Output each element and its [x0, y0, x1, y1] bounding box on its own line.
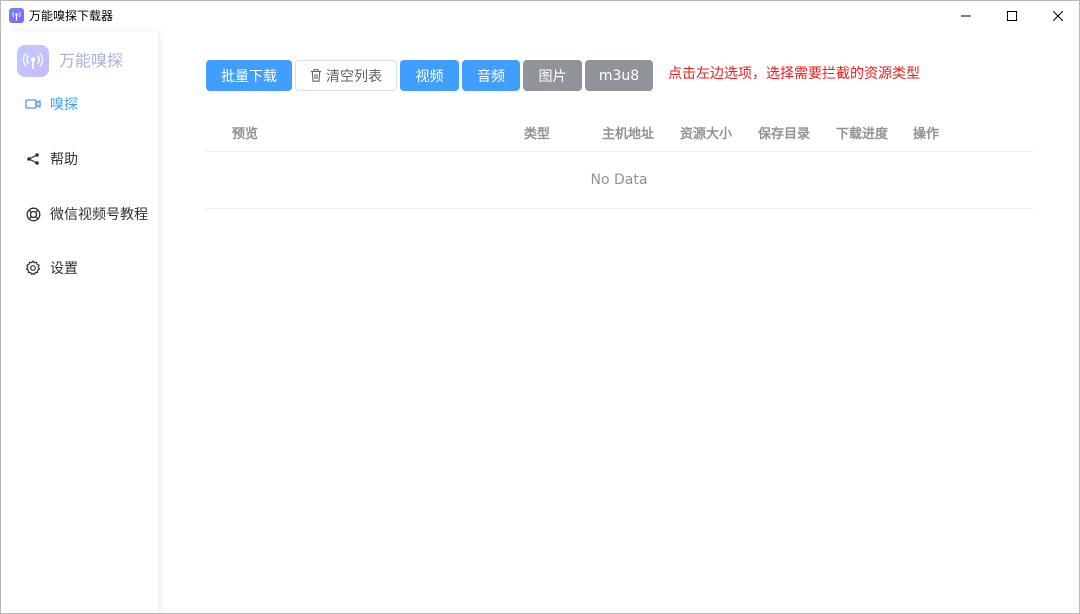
clear-list-button[interactable]: 清空列表 — [295, 60, 397, 91]
sidebar: 万能嗅探 嗅探 帮助 微信视频号教程 设置 — [1, 31, 158, 613]
minimize-button[interactable] — [943, 1, 989, 31]
table-header: 预览 类型 主机地址 资源大小 保存目录 下载进度 操作 — [205, 111, 1033, 152]
maximize-button[interactable] — [989, 1, 1035, 31]
logo-antenna-icon — [17, 45, 49, 77]
column-header-preview: 预览 — [232, 127, 259, 142]
filter-audio-button[interactable]: 音频 — [462, 60, 520, 91]
resource-table: 预览 类型 主机地址 资源大小 保存目录 下载进度 操作 No Data — [205, 111, 1033, 209]
main-panel: 批量下载 清空列表 视频 音频 图片 m3u8 点击左边选项，选择需要拦截的资源… — [158, 31, 1079, 613]
column-header-size: 资源大小 — [680, 127, 733, 142]
batch-download-button[interactable]: 批量下载 — [206, 60, 292, 91]
trash-icon — [310, 69, 322, 82]
filter-hint-text: 点击左边选项，选择需要拦截的资源类型 — [668, 66, 920, 82]
sidebar-item-label: 微信视频号教程 — [50, 207, 148, 223]
clear-list-label: 清空列表 — [326, 68, 382, 85]
window-title: 万能嗅探下载器 — [29, 9, 114, 23]
filter-video-button[interactable]: 视频 — [400, 60, 459, 91]
column-header-host: 主机地址 — [602, 127, 655, 142]
maximize-icon — [1007, 11, 1017, 21]
minimize-icon — [961, 15, 971, 17]
close-button[interactable] — [1035, 1, 1080, 31]
share-icon — [24, 150, 42, 168]
sidebar-item-label: 设置 — [50, 261, 78, 277]
sidebar-item-help[interactable]: 帮助 — [1, 139, 158, 179]
brand-name: 万能嗅探 — [59, 51, 124, 70]
sidebar-item-sniff[interactable]: 嗅探 — [1, 84, 158, 124]
antenna-icon — [9, 8, 24, 23]
sidebar-item-settings[interactable]: 设置 — [1, 248, 158, 288]
table-empty-state: No Data — [205, 152, 1033, 209]
video-camera-icon — [24, 95, 42, 113]
sidebar-item-label: 帮助 — [50, 152, 78, 168]
filter-image-button[interactable]: 图片 — [523, 60, 582, 91]
close-icon — [1053, 11, 1063, 21]
lifebuoy-icon — [24, 205, 42, 223]
column-header-actions: 操作 — [913, 127, 940, 142]
filter-m3u8-button[interactable]: m3u8 — [585, 60, 653, 91]
column-header-type: 类型 — [524, 127, 551, 142]
sidebar-item-wechat-tutorial[interactable]: 微信视频号教程 — [1, 194, 158, 234]
gear-icon — [24, 259, 42, 277]
title-bar[interactable]: 万能嗅探下载器 — [1, 1, 1079, 31]
app-window: 万能嗅探下载器 万能嗅探 嗅探 帮助 微信视频号教程 设置 批量下载 清空列表 … — [0, 0, 1080, 614]
column-header-progress: 下载进度 — [836, 127, 889, 142]
column-header-save-dir: 保存目录 — [758, 127, 811, 142]
sidebar-item-label: 嗅探 — [50, 97, 78, 113]
